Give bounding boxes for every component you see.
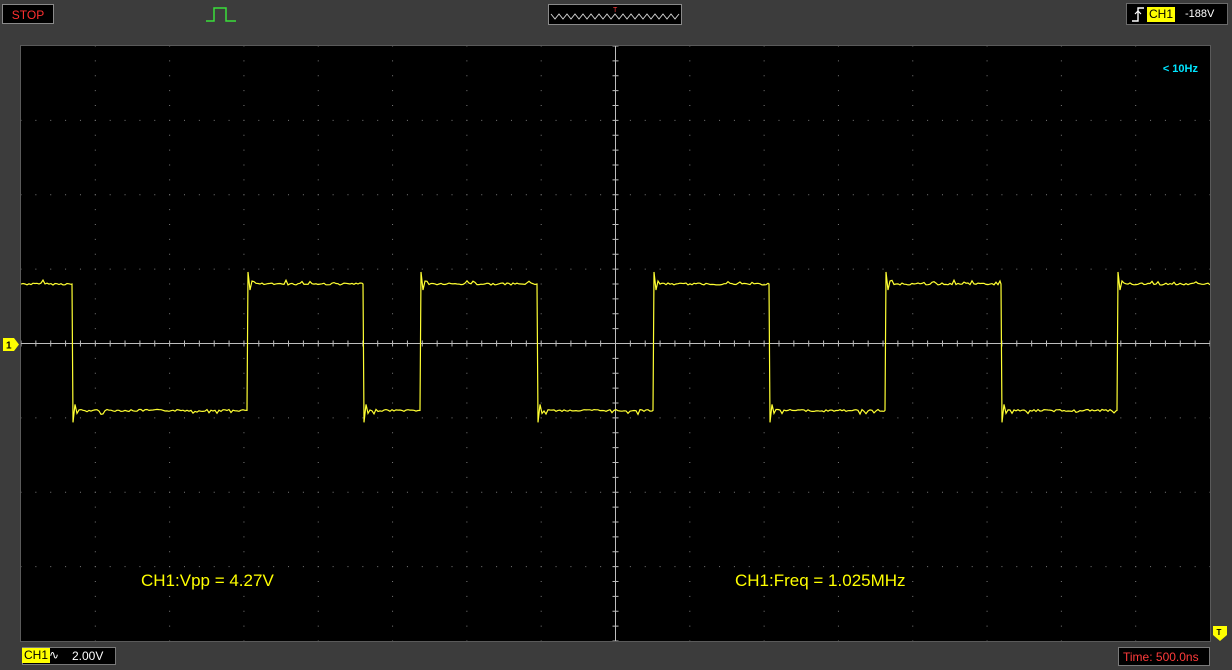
- trigger-source-badge: CH1: [1147, 7, 1176, 22]
- svg-text:T: T: [1217, 628, 1222, 637]
- trigger-time-marker[interactable]: T: [1213, 626, 1227, 641]
- bottom-status-bar: CH1 ∿ 2.00V Time: 500.0ns: [0, 645, 1232, 670]
- timebase-settings[interactable]: Time: 500.0ns: [1118, 647, 1210, 666]
- rising-edge-trigger-icon: [1132, 7, 1144, 22]
- svg-text:1: 1: [6, 341, 12, 352]
- channel-1-badge[interactable]: CH1: [22, 648, 51, 663]
- oscilloscope-display[interactable]: < 10Hz CH1:Vpp = 4.27V CH1:Freq = 1.025M…: [20, 45, 1211, 642]
- trigger-position-strip[interactable]: T: [548, 4, 682, 25]
- pulse-trigger-mode-icon[interactable]: [204, 4, 238, 24]
- trigger-level: -188V: [1185, 8, 1215, 20]
- graticule-grid: [21, 46, 1210, 641]
- channel-1-ground-marker[interactable]: 1: [3, 338, 19, 351]
- timebase-value: Time: 500.0ns: [1123, 650, 1199, 664]
- volts-per-division: 2.00V: [72, 649, 104, 663]
- waveform-area: [21, 46, 1210, 641]
- top-status-bar: STOP T CH1 -188V: [0, 0, 1232, 30]
- measurement-frequency: CH1:Freq = 1.025MHz: [735, 571, 906, 590]
- low-frequency-warning: < 10Hz: [1162, 63, 1198, 75]
- run-state-badge[interactable]: STOP: [2, 4, 54, 24]
- zigzag-overview-icon: T: [550, 7, 680, 20]
- trigger-position-marker: T: [613, 7, 618, 14]
- measurement-vpp: CH1:Vpp = 4.27V: [141, 571, 274, 590]
- ac-coupling-icon: ∿: [49, 648, 60, 662]
- trigger-settings[interactable]: CH1 -188V: [1126, 3, 1228, 25]
